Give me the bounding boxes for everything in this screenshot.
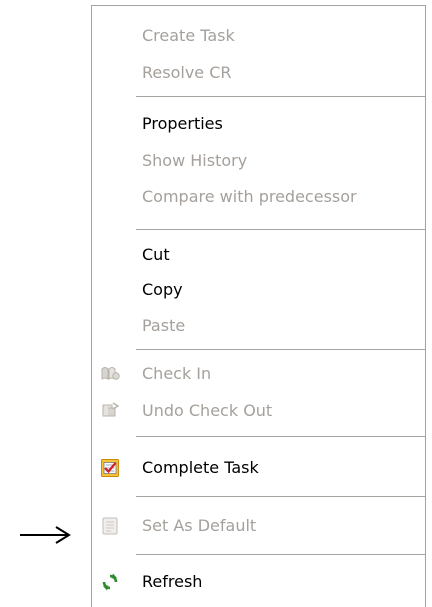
menu-item-label: Compare with predecessor xyxy=(142,187,357,206)
menu-item-cut[interactable]: Cut xyxy=(92,240,425,270)
context-menu: Create Task Resolve CR Properties Show H… xyxy=(91,5,426,607)
right-arrow-icon xyxy=(20,526,71,544)
menu-item-copy[interactable]: Copy xyxy=(92,275,425,305)
menu-item-label: Paste xyxy=(142,316,186,335)
menu-item-refresh[interactable]: Refresh xyxy=(92,567,425,597)
menu-item-complete-task[interactable]: Complete Task xyxy=(92,453,425,483)
menu-item-paste[interactable]: Paste xyxy=(92,311,425,341)
complete-task-icon xyxy=(101,459,119,477)
menu-separator xyxy=(136,554,425,556)
menu-item-label: Resolve CR xyxy=(142,63,232,82)
menu-item-label: Check In xyxy=(142,364,212,383)
menu-separator xyxy=(136,496,425,498)
refresh-icon xyxy=(102,573,118,591)
menu-separator xyxy=(136,436,425,438)
menu-item-set-as-default[interactable]: Set As Default xyxy=(92,511,425,541)
menu-item-resolve-cr[interactable]: Resolve CR xyxy=(92,58,425,88)
menu-item-label: Refresh xyxy=(142,572,203,591)
menu-item-check-in[interactable]: Check In xyxy=(92,359,425,389)
menu-separator xyxy=(136,96,425,98)
menu-item-properties[interactable]: Properties xyxy=(92,109,425,139)
menu-item-label: Show History xyxy=(142,151,248,170)
check-in-icon xyxy=(101,367,120,380)
menu-item-label: Properties xyxy=(142,114,223,133)
menu-item-label: Undo Check Out xyxy=(142,401,273,420)
menu-item-label: Create Task xyxy=(142,26,235,45)
menu-item-label: Complete Task xyxy=(142,458,259,477)
menu-item-label: Copy xyxy=(142,280,183,299)
menu-item-undo-check-out[interactable]: Undo Check Out xyxy=(92,396,425,426)
menu-item-compare-with-predecessor[interactable]: Compare with predecessor xyxy=(92,182,425,212)
menu-item-label: Set As Default xyxy=(142,516,257,535)
set-as-default-icon xyxy=(102,517,118,535)
undo-check-out-icon xyxy=(102,402,120,417)
menu-item-show-history[interactable]: Show History xyxy=(92,146,425,176)
menu-item-label: Cut xyxy=(142,245,170,264)
menu-item-create-task[interactable]: Create Task xyxy=(92,21,425,51)
menu-separator xyxy=(136,229,425,231)
menu-separator xyxy=(136,349,425,351)
